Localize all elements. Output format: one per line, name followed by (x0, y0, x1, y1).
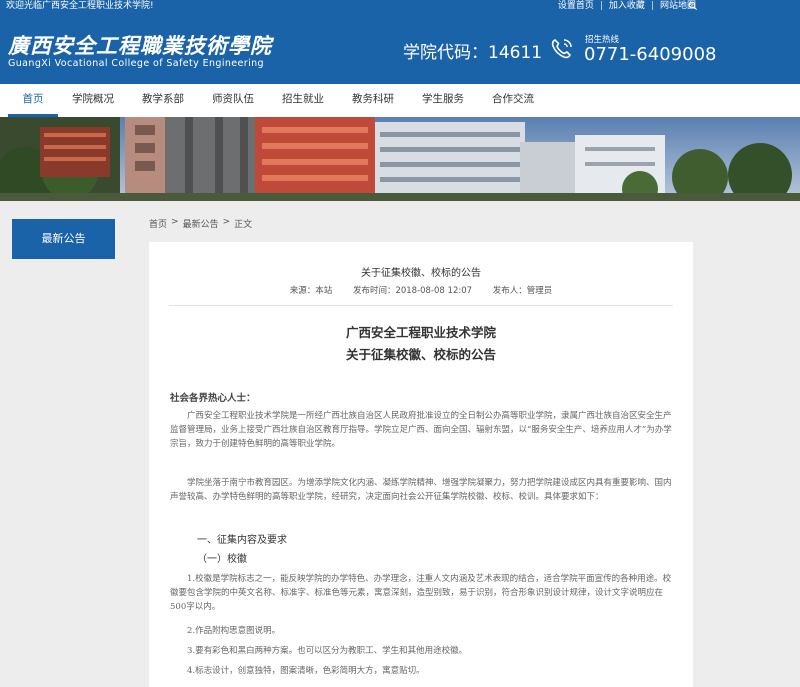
article-salutation: 社会各界热心人士： (170, 393, 256, 404)
article-list-item: 1.校徽是学院标志之一，能反映学院的办学特色、办学理念，注重人文内涵及艺术表现的… (170, 574, 672, 612)
article-divider (169, 305, 673, 306)
welcome-text: 欢迎光临广西安全工程职业技术学院! (6, 1, 154, 11)
link-separator: | (599, 1, 603, 11)
breadcrumb-notices[interactable]: 最新公告 (183, 217, 219, 230)
article-source: 来源：本站 (289, 286, 333, 296)
top-strip: 欢迎光临广西安全工程职业技术学院! 设置首页 | 加入收藏 | 网站地图 (0, 0, 800, 12)
article-heading-notice: 关于征集校徽、校标的公告 (345, 347, 496, 362)
main-nav: 首页 学院概况 教学系部 师资队伍 招生就业 教务科研 学生服务 合作交流 (0, 84, 800, 117)
phone-icon (551, 39, 572, 59)
article-paragraph: 学院坐落于南宁市教育园区。为增添学院文化内涵、凝练学院精神、增强学院凝聚力，努力… (170, 478, 672, 502)
article-paragraph: 广西安全工程职业技术学院是一所经广西壮族自治区人民政府批准设立的全日制公办高等职… (170, 411, 672, 449)
article-list-item: 4.标志设计，创意独特，图案清晰，色彩简明大方，寓意贴切。 (187, 666, 425, 676)
nav-item-home[interactable]: 首页 (8, 84, 58, 117)
site-header: 廣西安全工程職業技術學院 GuangXi Vocational College … (0, 12, 800, 84)
article-title: 关于征集校徽、校标的公告 (361, 268, 481, 279)
side-tab-latest-notices[interactable]: 最新公告 (12, 219, 115, 259)
article-meta: 来源：本站 发布时间：2018-08-08 12:07 发布人：管理员 (149, 284, 693, 296)
link-separator: | (650, 1, 654, 11)
article-author: 发布人：管理员 (492, 286, 553, 296)
campus-banner-image (0, 117, 800, 201)
article-section-heading: 一、征集内容及要求 (197, 535, 287, 546)
hotline-number: 0771-6409008 (584, 44, 717, 65)
breadcrumb-separator: > (171, 217, 179, 227)
nav-item-research[interactable]: 教务科研 (338, 84, 408, 117)
top-links: 设置首页 | 加入收藏 | 网站地图 (558, 0, 696, 12)
set-homepage-link[interactable]: 设置首页 (558, 0, 594, 12)
nav-item-faculty[interactable]: 师资队伍 (198, 84, 268, 117)
nav-item-student-services[interactable]: 学生服务 (408, 84, 478, 117)
nav-item-about[interactable]: 学院概况 (58, 84, 128, 117)
article-subsection-heading: （一）校徽 (197, 554, 247, 565)
add-favorite-link[interactable]: 加入收藏 (609, 0, 645, 12)
breadcrumb-current: 正文 (234, 220, 253, 230)
article-published: 发布时间：2018-08-08 12:07 (352, 286, 473, 296)
nav-item-departments[interactable]: 教学系部 (128, 84, 198, 117)
search-icon[interactable] (688, 1, 698, 11)
nav-item-admission[interactable]: 招生就业 (268, 84, 338, 117)
breadcrumb: 首页 > 最新公告 > 正文 (149, 217, 252, 230)
breadcrumb-home[interactable]: 首页 (149, 217, 167, 230)
article-heading-college: 广西安全工程职业技术学院 (345, 325, 496, 340)
article-list-item: 2.作品附构思意图说明。 (187, 626, 281, 636)
college-logo-english: GuangXi Vocational College of Safety Eng… (8, 58, 264, 69)
article-panel: 关于征集校徽、校标的公告 来源：本站 发布时间：2018-08-08 12:07… (149, 242, 693, 687)
breadcrumb-separator: > (222, 217, 231, 227)
article-list-item: 3.要有彩色和黑白两种方案。也可以区分为教职工、学生和其他用途校徽。 (187, 646, 468, 656)
campus-banner (0, 117, 800, 201)
nav-item-cooperation[interactable]: 合作交流 (478, 84, 548, 117)
college-logo-chinese[interactable]: 廣西安全工程職業技術學院 (8, 30, 272, 60)
school-code: 学院代码：14611 (403, 43, 543, 63)
